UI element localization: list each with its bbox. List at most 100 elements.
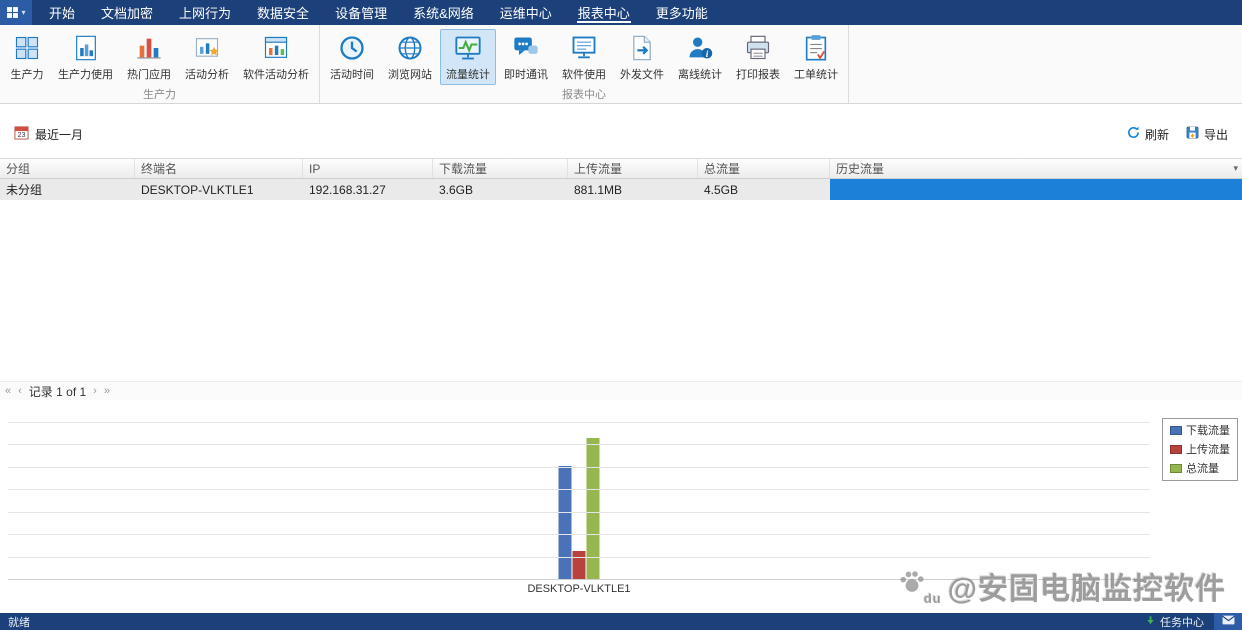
ribbon-button[interactable]: 生产力使用 [52, 29, 119, 85]
menu-item[interactable]: 更多功能 [643, 0, 721, 25]
next-page-button[interactable]: › [93, 385, 97, 397]
ribbon-group-label: 报表中心 [562, 89, 606, 101]
ribbon-button-label: 工单统计 [794, 69, 838, 81]
menu-item[interactable]: 设备管理 [322, 0, 400, 25]
legend-swatch [1170, 463, 1182, 473]
ribbon-button-label: 生产力 [10, 69, 44, 81]
refresh-button[interactable]: 刷新 [1126, 125, 1169, 143]
chart-bars [558, 422, 600, 579]
chart-gridline [8, 511, 1150, 513]
ribbon-button[interactable]: i 离线统计 [672, 29, 728, 85]
ribbon-button[interactable]: 生产力 [4, 29, 50, 85]
date-range-filter[interactable]: 23 最近一月 [14, 125, 83, 143]
table-row[interactable]: 未分组 DESKTOP-VLKTLE1 192.168.31.27 3.6GB 881.… [0, 179, 1242, 200]
last-page-button[interactable]: » [104, 385, 110, 397]
ribbon-button[interactable]: 活动时间 [324, 29, 380, 85]
watermark-paw-icon [898, 568, 926, 604]
ribbon-button-label: 打印报表 [736, 69, 780, 81]
traffic-table: 分组 终端名 IP 下载流量 上传流量 总流量 历史流量 ▾ 未分组 DESKTOP-VLKTL… [0, 158, 1242, 200]
svg-text:23: 23 [18, 132, 26, 139]
clock-icon [337, 33, 367, 63]
column-header[interactable]: 分组 [0, 159, 135, 178]
app-menu-caret-icon: ▾ [21, 8, 26, 17]
chart-category-label: DESKTOP-VLKTLE1 [527, 583, 631, 595]
envelope-icon [1221, 615, 1235, 628]
app-window-icon [6, 6, 19, 19]
toolbar: 23 最近一月 刷新 导出 [14, 120, 1228, 148]
prev-page-button[interactable]: ‹ [18, 385, 22, 397]
column-header[interactable]: 历史流量 ▾ [830, 159, 1242, 178]
column-header[interactable]: IP [303, 159, 433, 178]
menu-item[interactable]: 运维中心 [487, 0, 565, 25]
ribbon-button[interactable]: 软件活动分析 [237, 29, 315, 85]
legend-label: 总流量 [1186, 463, 1219, 475]
column-header[interactable]: 上传流量 [568, 159, 698, 178]
productivity-usage-icon [71, 33, 101, 63]
ribbon-button-label: 生产力使用 [58, 69, 113, 81]
chart-gridline [8, 489, 1150, 491]
table-body: 未分组 DESKTOP-VLKTLE1 192.168.31.27 3.6GB 881.… [0, 179, 1242, 200]
menu-item[interactable]: 开始 [36, 0, 88, 25]
column-header-label: 分组 [6, 162, 31, 176]
watermark-du-badge: du [923, 591, 942, 606]
menu-item[interactable]: 系统&网络 [400, 0, 487, 25]
ribbon-button-label: 活动时间 [330, 69, 374, 81]
table-cell: 192.168.31.27 [309, 182, 386, 197]
activity-analysis-star-icon [192, 33, 222, 63]
legend-label: 上传流量 [1186, 444, 1230, 456]
column-header[interactable]: 下载流量 [433, 159, 568, 178]
table-cell: DESKTOP-VLKTLE1 [141, 182, 254, 197]
chart-bar [586, 437, 600, 579]
traffic-monitor-icon [453, 33, 483, 63]
export-button[interactable]: 导出 [1185, 125, 1228, 143]
ribbon-button[interactable]: 活动分析 [179, 29, 235, 85]
hot-apps-chart-icon [134, 33, 164, 63]
ribbon-button[interactable]: 热门应用 [121, 29, 177, 85]
column-header[interactable]: 终端名 [135, 159, 303, 178]
app-menu-button[interactable]: ▾ [0, 0, 32, 25]
refresh-label: 刷新 [1144, 127, 1169, 142]
outgoing-file-icon [627, 33, 657, 63]
column-menu-icon[interactable]: ▾ [1233, 163, 1238, 174]
ribbon-button[interactable]: 外发文件 [614, 29, 670, 85]
first-page-button[interactable]: « [5, 385, 11, 397]
legend-swatch [1170, 444, 1182, 454]
ribbon-button[interactable]: 流量统计 [440, 29, 496, 85]
legend-entry: 上传流量 [1170, 441, 1230, 457]
ribbon-group: 生产力 生产力使用 热门应用 活动分析 软件活动分析 生产力 [0, 25, 320, 103]
menu-item[interactable]: 报表中心 [565, 0, 643, 25]
message-button[interactable] [1214, 613, 1242, 630]
column-header[interactable]: 总流量 [698, 159, 830, 178]
ribbon-button[interactable]: 即时通讯 [498, 29, 554, 85]
chart-gridline [8, 444, 1150, 446]
ribbon-button[interactable]: 工单统计 [788, 29, 844, 85]
ribbon-group-items: 生产力 生产力使用 热门应用 活动分析 软件活动分析 [3, 25, 316, 85]
ribbon-button-label: 软件活动分析 [243, 69, 309, 81]
menu-items: 开始 文档加密 上网行为 数据安全 设备管理 系统&网络 运维中心 报表中心 更多功能 [36, 0, 721, 25]
chart-plot-area: DESKTOP-VLKTLE1 [8, 422, 1150, 595]
ribbon-button-label: 即时通讯 [504, 69, 548, 81]
ribbon-button-label: 外发文件 [620, 69, 664, 81]
table-cell: 4.5GB [704, 182, 739, 197]
legend-label: 下载流量 [1186, 425, 1230, 437]
ribbon-button[interactable]: 打印报表 [730, 29, 786, 85]
ribbon-button[interactable]: 浏览网站 [382, 29, 438, 85]
green-arrow-icon [1145, 615, 1156, 629]
column-header-label: 历史流量 [836, 162, 885, 176]
status-bar: 就绪 任务中心 [0, 613, 1242, 630]
date-range-label: 最近一月 [35, 127, 84, 142]
chart-bar [572, 551, 586, 579]
pagination-bar: « ‹ 记录 1 of 1 › » [0, 381, 1242, 400]
menu-item[interactable]: 上网行为 [166, 0, 244, 25]
menu-item[interactable]: 文档加密 [88, 0, 166, 25]
ribbon-button[interactable]: 软件使用 [556, 29, 612, 85]
printer-icon [743, 33, 773, 63]
ribbon-button-label: 离线统计 [678, 69, 722, 81]
ribbon-group: 活动时间 浏览网站 流量统计 即时通讯 软件使用 外发文件 i 离线统计 打印报表 工单统计报表中… [320, 25, 849, 103]
globe-icon [395, 33, 425, 63]
task-center-button[interactable]: 任务中心 [1145, 614, 1204, 630]
status-text: 就绪 [8, 616, 30, 629]
menu-item[interactable]: 数据安全 [244, 0, 322, 25]
chart-gridline [8, 556, 1150, 558]
software-activity-chart-icon [261, 33, 291, 63]
